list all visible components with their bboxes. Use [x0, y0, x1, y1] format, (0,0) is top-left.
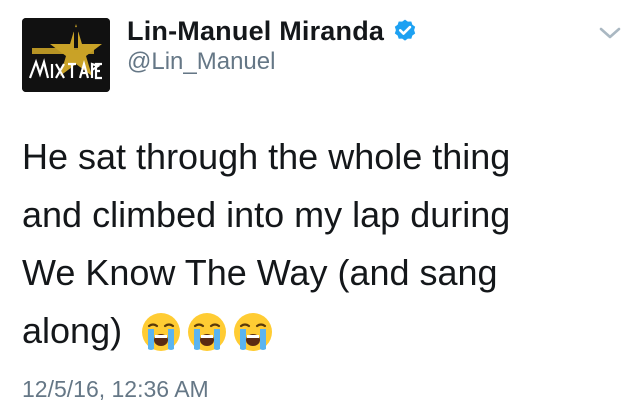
tweet-text-line: along) — [22, 310, 123, 351]
tweet-card: Lin-Manuel Miranda @Lin_Manuel He sat th… — [0, 0, 640, 419]
author-handle[interactable]: @Lin_Manuel — [127, 48, 275, 76]
loudly-crying-face-icon — [232, 311, 274, 353]
loudly-crying-face-icon — [186, 311, 228, 353]
tweet-text-line: and climbed into my lap during — [22, 194, 511, 235]
tweet-text-line: He sat through the whole thing — [22, 136, 511, 177]
loudly-crying-face-icon — [140, 311, 182, 353]
author-header: Lin-Manuel Miranda — [127, 14, 418, 48]
tweet-text-line-with-emoji: along) — [22, 302, 612, 360]
emoji-group — [140, 311, 274, 353]
verified-badge-icon — [392, 18, 418, 44]
avatar[interactable] — [22, 18, 110, 92]
tweet-timestamp[interactable]: 12/5/16, 12:36 AM — [22, 376, 209, 403]
chevron-down-icon[interactable] — [596, 22, 624, 44]
tweet-text-line: We Know The Way (and sang — [22, 252, 498, 293]
tweet-text: He sat through the whole thing and climb… — [22, 128, 612, 360]
hamilton-mixtape-logo — [22, 18, 110, 92]
display-name[interactable]: Lin-Manuel Miranda — [127, 16, 384, 47]
